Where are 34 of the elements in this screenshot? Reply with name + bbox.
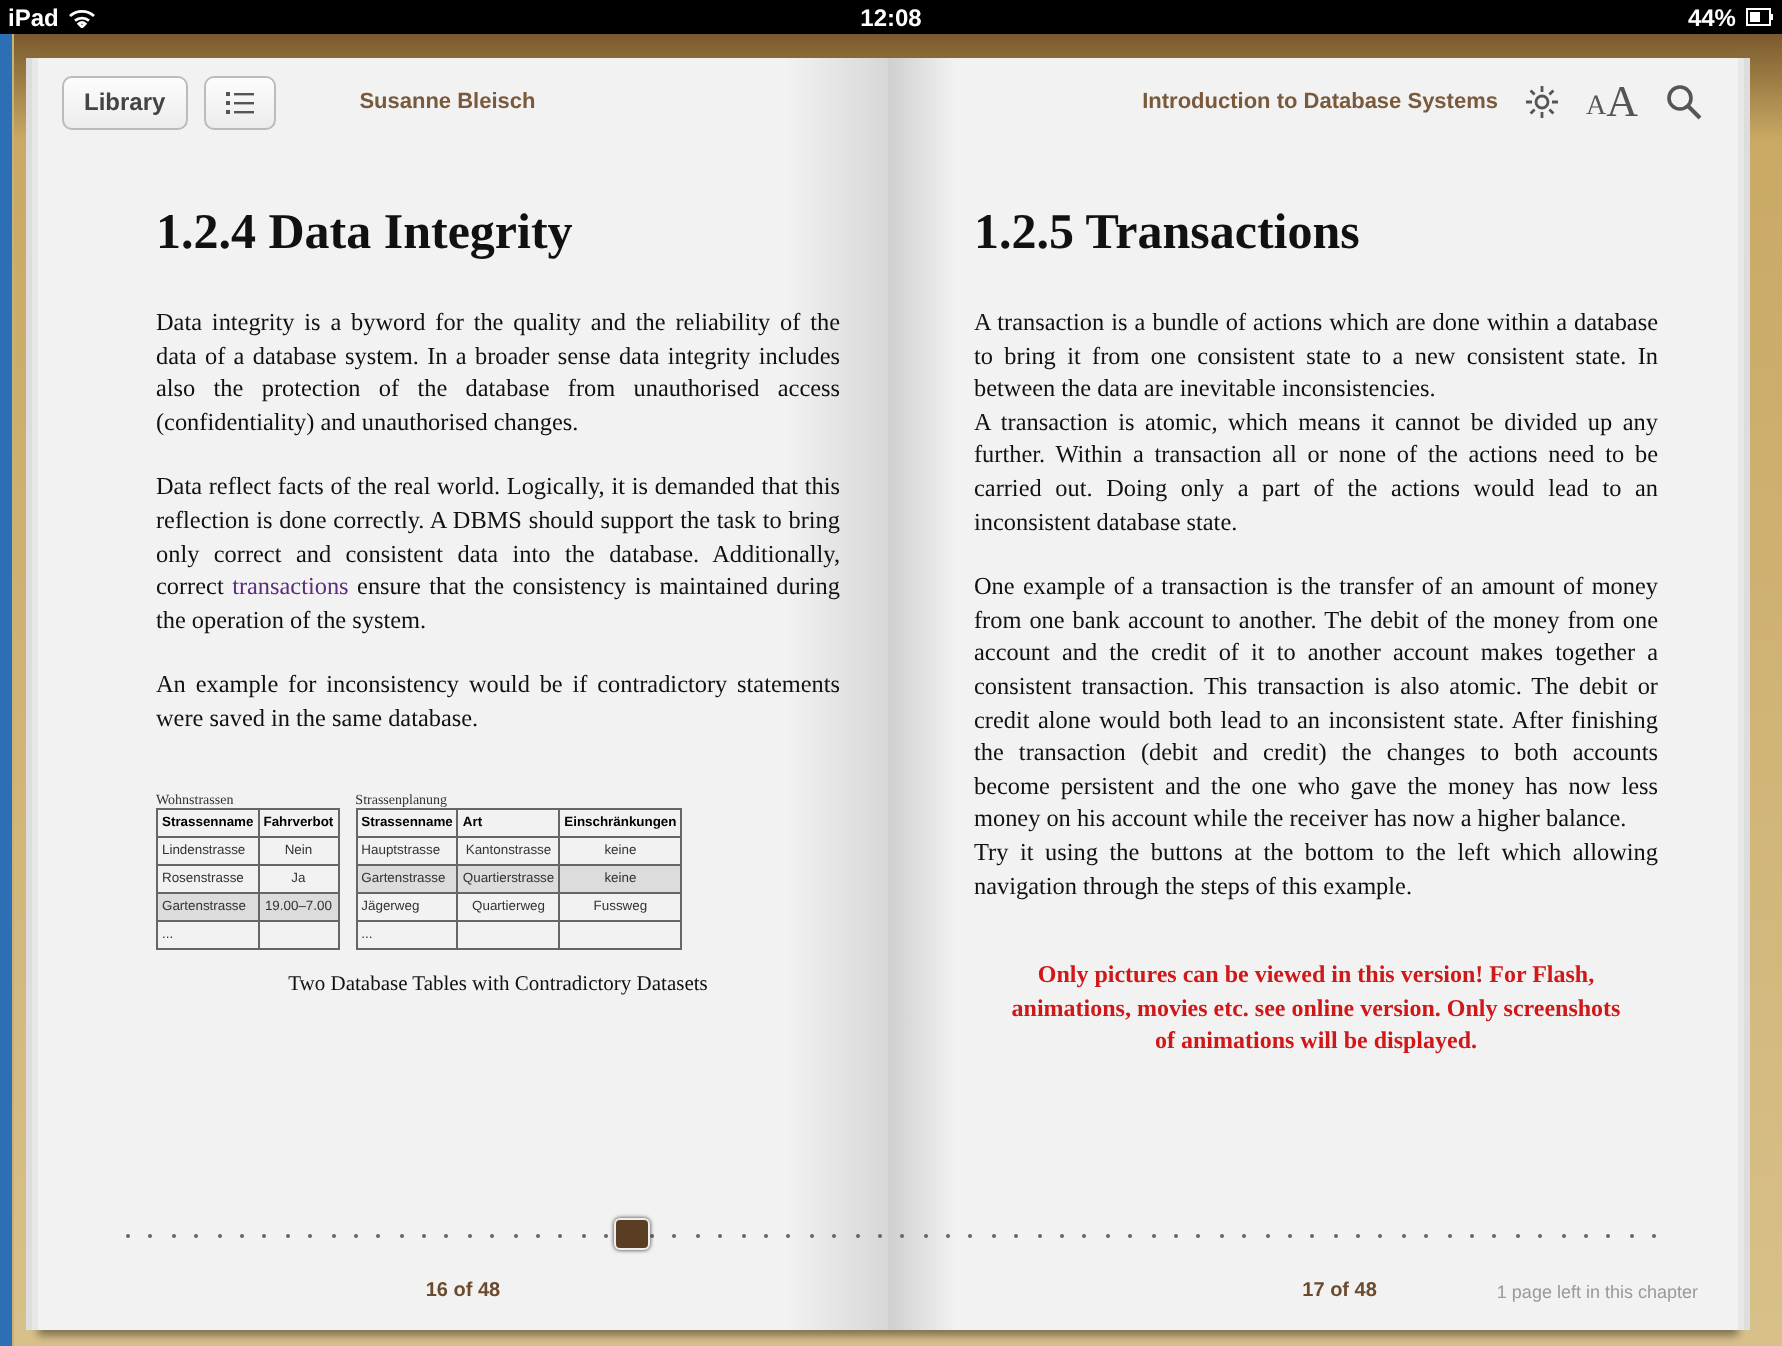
search-icon: [1666, 84, 1702, 120]
transactions-link[interactable]: transactions: [232, 572, 349, 601]
section-heading: 1.2.5 Transactions: [974, 206, 1362, 262]
battery-percent: 44%: [1687, 3, 1736, 31]
device-name: iPad: [8, 3, 59, 31]
wifi-icon: [68, 7, 97, 27]
page-number: 16 of 48: [425, 1280, 501, 1302]
paragraph: Try it using the buttons at the bottom to the left which allowing navigation through the steps of this example.: [974, 835, 1658, 903]
paragraph: Data reflect facts of the real world. Logically, it is demanded that this reflection is done correctly. A DBMS should support the task to bring only correct and consistent data into the database. Additionally, correct transactions ensure that the consistency is maintained during the operation of the system.: [156, 470, 840, 637]
author-name: Susanne Bleisch: [359, 90, 536, 114]
paragraph: One example of a transaction is the transfer of an amount of money from one bank account to another. The debit of the money from one account and the credit of it to another account makes together a consistent transaction. This transaction is also atomic. The debit or credit alone would both lead to an inconsistent state. After finishing the transaction (debit and credit) the changes to both accounts become persistent and the one who gave the money has now less money on his account while the receiver has now a higher balance.: [974, 570, 1658, 836]
contents-button[interactable]: [203, 75, 276, 129]
scrubber-thumb[interactable]: [613, 1218, 650, 1250]
battery-icon: [1745, 8, 1774, 26]
figure-caption: Two Database Tables with Contradictory Datasets: [286, 973, 710, 996]
version-notice: Only pictures can be viewed in this version! For Flash, animations, movies etc. see online version. Only screenshots of animations will be displayed.: [1010, 958, 1622, 1058]
paragraph: Data integrity is a byword for the quality and the reliability of the data of a database system. In a broader sense data integrity includes also the protection of the database from unauthorised access (confidentiality) and unauthorised changes.: [156, 306, 840, 439]
book-title: Introduction to Database Systems: [1142, 90, 1498, 114]
table-cell: [457, 920, 560, 949]
table-cell: [559, 920, 682, 949]
paragraph: An example for inconsistency would be if contradictory statements were saved in the same database.: [156, 668, 840, 736]
list-icon: [225, 91, 254, 113]
paragraph: A transaction is atomic, which means it cannot be divided up any further. Within a transaction all or none of the actions need to be carried out. Doing only a part of the actions would lead to an inconsistent database state.: [974, 405, 1658, 539]
font-size-button[interactable]: AA: [1585, 80, 1638, 124]
section-heading: 1.2.4 Data Integrity: [156, 206, 575, 262]
search-button[interactable]: [1666, 84, 1702, 120]
paragraph: A transaction is a bundle of actions which are done within a database to bring it from one consistent state to a new consistent state. In between the data are inevitable inconsistencies.: [974, 306, 1658, 406]
brightness-icon: [1525, 86, 1558, 118]
library-button[interactable]: Library: [62, 75, 188, 129]
table-cell: [258, 920, 339, 949]
page-number: 17 of 48: [1302, 1280, 1377, 1302]
chapter-note: 1 page left in this chapter: [1496, 1282, 1698, 1302]
clock: 12:08: [860, 3, 922, 31]
brightness-button[interactable]: [1525, 86, 1558, 118]
